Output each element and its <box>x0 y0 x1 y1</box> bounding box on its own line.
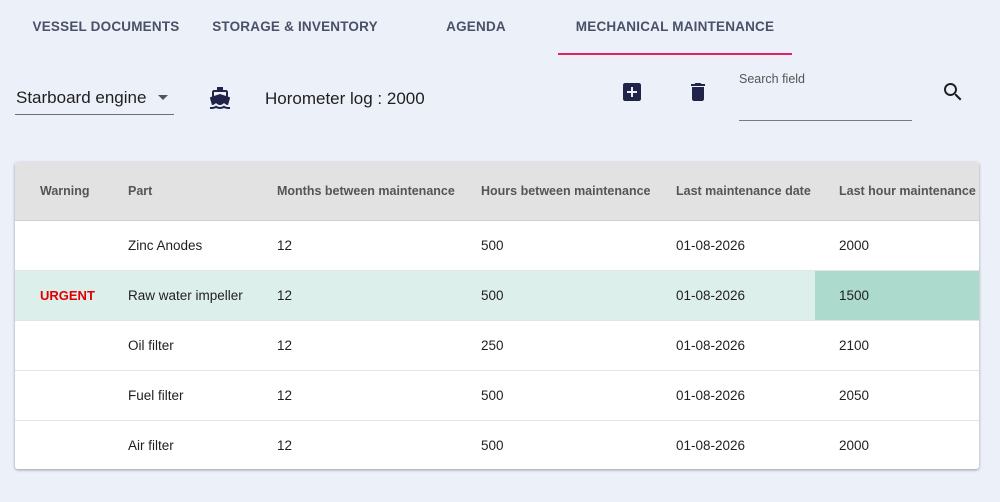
last-date-cell: 01-08-2026 <box>676 288 746 303</box>
maintenance-table: Warning Part Months between maintenance … <box>15 162 979 469</box>
table-row[interactable]: Air filter 12 500 01-08-2026 2000 <box>15 421 979 469</box>
tab-mechanical-maintenance[interactable]: MECHANICAL MAINTENANCE <box>558 0 792 55</box>
part-cell: Fuel filter <box>128 388 184 403</box>
engine-select-value: Starboard engine <box>16 88 147 107</box>
boat-icon <box>208 86 232 110</box>
search-icon[interactable] <box>941 80 965 104</box>
tab-bar: VESSEL DOCUMENTS STORAGE & INVENTORY AGE… <box>0 0 1000 55</box>
engine-select[interactable]: Starboard engine <box>15 82 174 115</box>
tab-vessel-documents[interactable]: VESSEL DOCUMENTS <box>22 0 190 53</box>
last-hour-cell: 2050 <box>839 388 870 403</box>
column-header-hours[interactable]: Hours between maintenance <box>481 162 651 220</box>
tab-agenda[interactable]: AGENDA <box>420 0 532 53</box>
chevron-down-icon <box>158 95 168 100</box>
part-cell: Air filter <box>128 438 174 453</box>
part-cell: Zinc Anodes <box>128 238 203 253</box>
last-hour-cell: 1500 <box>815 271 979 320</box>
column-header-warning[interactable]: Warning <box>40 162 90 220</box>
trash-icon[interactable] <box>686 80 710 104</box>
part-cell: Raw water impeller <box>128 288 243 303</box>
table-row[interactable]: Oil filter 12 250 01-08-2026 2100 <box>15 321 979 371</box>
hours-cell: 250 <box>481 338 504 353</box>
last-date-cell: 01-08-2026 <box>676 388 746 403</box>
column-header-part[interactable]: Part <box>128 162 152 220</box>
table-header: Warning Part Months between maintenance … <box>15 162 979 221</box>
last-date-cell: 01-08-2026 <box>676 438 746 453</box>
search-field-label: Search field <box>739 72 806 86</box>
table-row[interactable]: Zinc Anodes 12 500 01-08-2026 2000 <box>15 221 979 271</box>
months-cell: 12 <box>277 238 293 253</box>
horometer-log: Horometer log : 2000 <box>265 89 425 108</box>
tab-storage-inventory[interactable]: STORAGE & INVENTORY <box>204 0 386 53</box>
last-date-cell: 01-08-2026 <box>676 238 746 253</box>
search-input[interactable] <box>739 90 912 121</box>
months-cell: 12 <box>277 338 293 353</box>
last-date-cell: 01-08-2026 <box>676 338 746 353</box>
hours-cell: 500 <box>481 288 504 303</box>
last-hour-cell: 2000 <box>839 438 870 453</box>
last-hour-cell: 2000 <box>839 238 870 253</box>
add-box-icon[interactable] <box>620 80 644 104</box>
part-cell: Oil filter <box>128 338 174 353</box>
hours-cell: 500 <box>481 438 504 453</box>
months-cell: 12 <box>277 388 293 403</box>
warning-cell: URGENT <box>40 288 95 303</box>
hours-cell: 500 <box>481 238 504 253</box>
column-header-last-hour[interactable]: Last hour maintenance <box>839 162 976 220</box>
table-row[interactable]: URGENT Raw water impeller 12 500 01-08-2… <box>15 271 979 321</box>
months-cell: 12 <box>277 288 293 303</box>
months-cell: 12 <box>277 438 293 453</box>
table-row[interactable]: Fuel filter 12 500 01-08-2026 2050 <box>15 371 979 421</box>
last-hour-cell: 2100 <box>839 338 870 353</box>
hours-cell: 500 <box>481 388 504 403</box>
column-header-last-date[interactable]: Last maintenance date <box>676 162 811 220</box>
column-header-months[interactable]: Months between maintenance <box>277 162 455 220</box>
